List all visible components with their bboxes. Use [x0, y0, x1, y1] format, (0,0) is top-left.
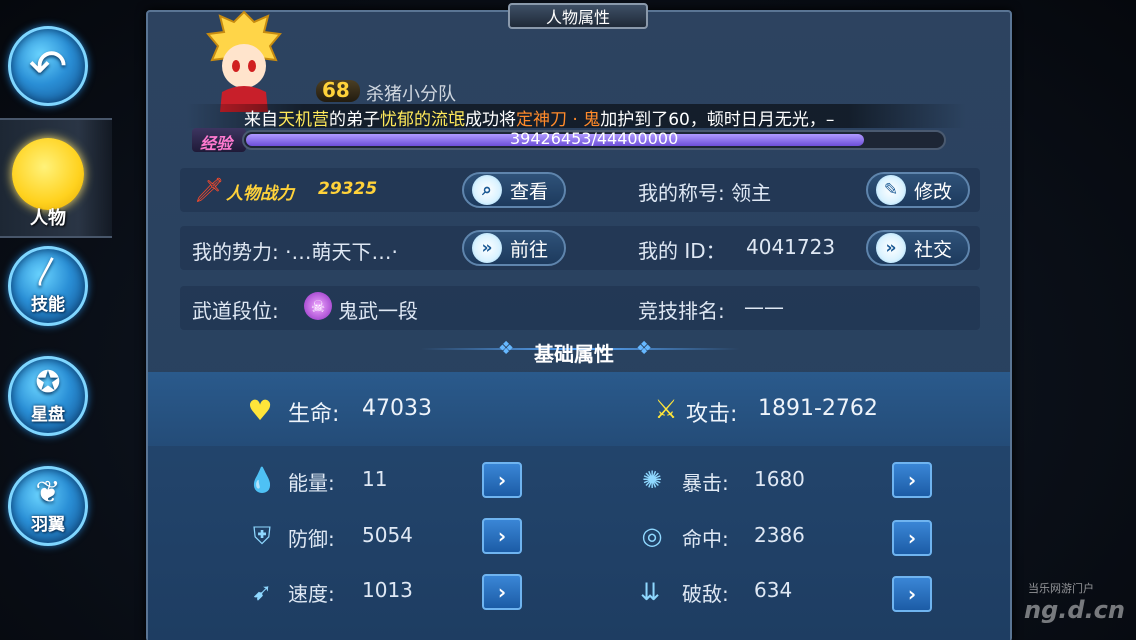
broadcast-player: 忧郁的流氓 — [380, 110, 465, 130]
chevron-right-icon: › — [497, 468, 507, 492]
energy-detail-button[interactable]: › — [482, 462, 522, 498]
boot-icon: ➹ — [251, 578, 273, 606]
crit-value: 1680 — [754, 467, 805, 491]
arena-label: 竞技排名: — [638, 299, 725, 323]
magnifier-icon: ⌕ — [472, 175, 502, 205]
target-icon: ◎ — [641, 522, 663, 550]
title-label: 我的称号: 领主 — [638, 181, 772, 205]
star-icon: ✪ — [35, 364, 61, 400]
watermark-top: 当乐网游门户 — [1028, 582, 1094, 595]
character-icon — [12, 138, 84, 210]
exp-label: 经验 — [200, 134, 233, 153]
broadcast-part-1: 来自 — [244, 110, 278, 130]
chevron-right-icon: › — [497, 524, 507, 548]
tab-skill-label: 技能 — [31, 294, 65, 315]
hit-detail-button[interactable]: › — [892, 520, 932, 556]
section-title: 基础属性 — [534, 342, 614, 366]
tab-wings-label: 羽翼 — [31, 514, 65, 535]
tab-star-label: 星盘 — [31, 404, 65, 425]
exp-value: 39426453/44400000 — [510, 129, 679, 148]
double-chevron-icon: » — [876, 233, 906, 263]
rank-label: 武道段位: — [192, 299, 279, 323]
chevron-right-icon: › — [907, 468, 917, 492]
id-value: 4041723 — [746, 235, 836, 259]
broadcast-part-4: 加护到了60，顿时日月无光，– — [600, 110, 835, 130]
defense-label: 防御: — [288, 527, 335, 551]
energy-value: 11 — [362, 467, 388, 491]
rank-icon: ☠ — [304, 292, 332, 320]
defense-value: 5054 — [362, 523, 413, 547]
heart-icon: ♥ — [247, 393, 273, 427]
attack-value: 1891-2762 — [758, 396, 878, 421]
chevron-right-icon: › — [907, 526, 917, 550]
broadcast-part-3: 成功将 — [465, 110, 516, 130]
broadcast-camp: 天机营 — [278, 110, 329, 130]
main-stats-band — [148, 372, 1010, 446]
power-label: 人物战力 — [226, 184, 294, 204]
sword-icon: ⚔ — [654, 395, 678, 425]
speed-value: 1013 — [362, 578, 413, 602]
social-button-label: 社交 — [914, 238, 953, 261]
slash-icon: 〳 — [33, 254, 63, 290]
broadcast-item: 定神刀 · 鬼 — [516, 110, 601, 130]
tab-skill[interactable]: 〳 技能 — [8, 246, 88, 326]
crit-detail-button[interactable]: › — [892, 462, 932, 498]
shield-icon: ⛨ — [253, 522, 271, 550]
energy-label: 能量: — [288, 471, 335, 495]
chevron-right-icon: › — [497, 580, 507, 604]
tab-character-label: 人物 — [30, 208, 66, 229]
penetration-value: 634 — [754, 578, 793, 602]
hit-label: 命中: — [682, 527, 729, 551]
wings-icon: ❦ — [35, 474, 61, 510]
crit-label: 暴击: — [682, 471, 729, 495]
section-ornament-right-icon: ❖ — [636, 338, 653, 359]
tab-wings[interactable]: ❦ 羽翼 — [8, 466, 88, 546]
panel-title: 人物属性 — [508, 3, 648, 29]
broadcast-part-2: 的弟子 — [329, 110, 380, 130]
id-label: 我的 ID： — [638, 239, 726, 263]
penetration-label: 破敌: — [682, 582, 729, 606]
power-value: 29325 — [318, 179, 378, 199]
edit-title-button-label: 修改 — [914, 180, 953, 203]
power-icon: 🗡 — [194, 176, 225, 204]
row-band-3 — [180, 286, 980, 330]
goto-button[interactable]: » 前往 — [462, 230, 566, 266]
back-button[interactable]: ↶ — [8, 26, 88, 106]
faction-label: 我的势力: ·…萌天下…· — [192, 240, 398, 264]
view-button[interactable]: ⌕ 查看 — [462, 172, 566, 208]
pierce-icon: ⇊ — [639, 578, 661, 606]
goto-button-label: 前往 — [510, 238, 549, 261]
tab-character[interactable]: 人物 — [0, 118, 112, 238]
row-band-1 — [180, 168, 980, 212]
section-ornament-left-icon: ❖ — [498, 338, 515, 359]
arena-value: —— — [744, 295, 784, 319]
team-name: 杀猪小分队 — [366, 84, 456, 105]
hp-label: 生命: — [288, 402, 340, 427]
double-chevron-icon: » — [472, 233, 502, 263]
hit-value: 2386 — [754, 523, 805, 547]
attack-label: 攻击: — [686, 402, 738, 427]
speed-label: 速度: — [288, 582, 335, 606]
rank-value: 鬼武一段 — [338, 299, 418, 323]
tab-star[interactable]: ✪ 星盘 — [8, 356, 88, 436]
social-button[interactable]: » 社交 — [866, 230, 970, 266]
hp-value: 47033 — [362, 396, 432, 421]
edit-title-button[interactable]: ✎ 修改 — [866, 172, 970, 208]
speed-detail-button[interactable]: › — [482, 574, 522, 610]
player-level: 68 — [322, 78, 350, 102]
back-arrow-icon: ↶ — [28, 39, 68, 93]
chevron-right-icon: › — [907, 582, 917, 606]
penetration-detail-button[interactable]: › — [892, 576, 932, 612]
defense-detail-button[interactable]: › — [482, 518, 522, 554]
watermark-bottom: ng.d.cn — [1024, 596, 1125, 624]
broadcast-text: 来自天机营的弟子忧郁的流氓成功将定神刀 · 鬼加护到了60，顿时日月无光，– — [244, 105, 834, 130]
burst-icon: ✺ — [641, 466, 663, 494]
pen-icon: ✎ — [876, 175, 906, 205]
droplet-icon: 💧 — [247, 466, 277, 494]
player-avatar — [196, 8, 292, 112]
view-button-label: 查看 — [510, 180, 549, 203]
